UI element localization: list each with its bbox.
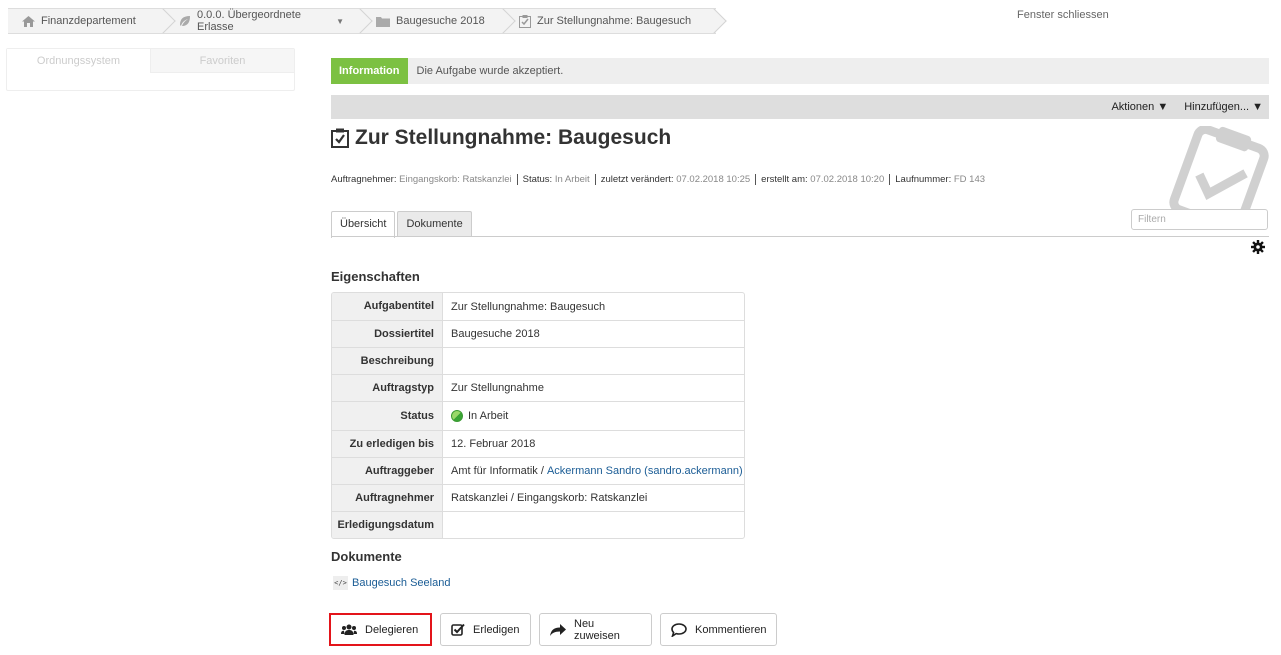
add-menu[interactable]: Hinzufügen... ▼ <box>1184 101 1263 113</box>
task-icon <box>519 14 531 28</box>
close-window-link[interactable]: Fenster schliessen <box>1017 9 1109 21</box>
task-icon <box>331 128 349 148</box>
tab-uebersicht[interactable]: Übersicht <box>331 211 396 238</box>
reassign-button[interactable]: Neu zuweisen <box>539 613 652 646</box>
breadcrumb-item-finanzdepartement[interactable]: Finanzdepartement <box>8 9 165 33</box>
filter-input[interactable] <box>1131 209 1268 230</box>
table-row: Beschreibung <box>332 347 744 374</box>
page-title: Zur Stellungnahme: Baugesuch <box>331 126 671 150</box>
actions-menu[interactable]: Aktionen ▼ <box>1111 101 1168 113</box>
xml-file-icon: </> <box>333 576 348 590</box>
checkbox-icon <box>451 623 465 636</box>
folder-icon <box>376 16 390 27</box>
comment-button[interactable]: Kommentieren <box>660 613 777 646</box>
info-message-bar: Information Die Aufgabe wurde akzeptiert… <box>331 58 1269 84</box>
properties-heading: Eigenschaften <box>331 269 420 284</box>
document-link[interactable]: </> Baugesuch Seeland <box>333 576 450 590</box>
meta-status: Status: In Arbeit <box>516 174 595 185</box>
leaf-icon <box>179 15 191 27</box>
table-row: Erledigungsdatum <box>332 511 744 538</box>
speech-bubble-icon <box>671 622 687 637</box>
status-value: In Arbeit <box>468 410 509 422</box>
task-metadata: Auftragnehmer: Eingangskorb: Ratskanzlei… <box>331 174 990 185</box>
table-row: Status In Arbeit <box>332 401 744 430</box>
tab-favoriten[interactable]: Favoriten <box>151 49 294 73</box>
navigation-panel: Ordnungssystem Favoriten <box>6 48 295 91</box>
users-icon <box>341 624 357 635</box>
meta-number: Laufnummer: FD 143 <box>889 174 990 185</box>
breadcrumb-item-task[interactable]: Zur Stellungnahme: Baugesuch <box>505 9 716 33</box>
properties-table: Aufgabentitel Zur Stellungnahme: Baugesu… <box>331 292 745 539</box>
gear-icon[interactable] <box>1251 240 1265 257</box>
forward-arrow-icon <box>550 623 566 636</box>
auftraggeber-user-link[interactable]: Ackermann Sandro (sandro.ackermann) <box>547 458 743 484</box>
home-icon <box>22 15 35 27</box>
page-title-text: Zur Stellungnahme: Baugesuch <box>355 126 672 149</box>
documents-heading: Dokumente <box>331 549 402 564</box>
table-row: Auftragnehmer Ratskanzlei / Eingangskorb… <box>332 484 744 511</box>
content-tabs: Übersicht Dokumente <box>331 211 474 238</box>
tab-divider <box>331 236 1269 237</box>
breadcrumb-item-erlasse[interactable]: 0.0.0. Übergeordnete Erlasse ▼ <box>165 9 362 33</box>
table-row: Zu erledigen bis 12. Februar 2018 <box>332 430 744 457</box>
tab-ordnungssystem[interactable]: Ordnungssystem <box>7 49 151 73</box>
table-row: Auftragstyp Zur Stellungnahme <box>332 374 744 401</box>
meta-modified: zuletzt verändert: 07.02.2018 10:25 <box>594 174 755 185</box>
breadcrumb-item-baugesuche[interactable]: Baugesuche 2018 <box>362 9 505 33</box>
table-row: Dossiertitel Baugesuche 2018 <box>332 320 744 347</box>
action-bar: Aktionen ▼ Hinzufügen... ▼ <box>331 95 1269 119</box>
delegate-button[interactable]: Delegieren <box>329 613 432 646</box>
table-row: Aufgabentitel Zur Stellungnahme: Baugesu… <box>332 293 744 320</box>
info-label: Information <box>331 58 408 84</box>
breadcrumb: Finanzdepartement 0.0.0. Übergeordnete E… <box>8 8 716 34</box>
table-row: Auftraggeber Amt für Informatik / Ackerm… <box>332 457 744 484</box>
tab-dokumente[interactable]: Dokumente <box>397 211 472 237</box>
task-action-buttons: Delegieren Erledigen Neu zuweisen Kommen… <box>329 613 785 646</box>
meta-created: erstellt am: 07.02.2018 10:20 <box>755 174 889 185</box>
complete-button[interactable]: Erledigen <box>440 613 531 646</box>
info-message: Die Aufgabe wurde akzeptiert. <box>416 65 564 77</box>
meta-auftragnehmer: Auftragnehmer: Eingangskorb: Ratskanzlei <box>331 174 512 185</box>
status-in-progress-icon <box>451 410 463 422</box>
chevron-down-icon[interactable]: ▼ <box>336 17 344 26</box>
